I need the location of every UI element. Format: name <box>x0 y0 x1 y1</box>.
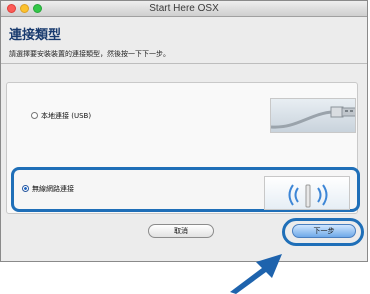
page-heading: 連接類型 <box>9 28 62 43</box>
wireless-signal-icon <box>288 184 328 208</box>
usb-cable-icon <box>271 106 355 129</box>
option-usb-connection[interactable]: 本地連接 (USB) <box>18 98 363 136</box>
wireless-image <box>264 176 350 210</box>
instruction-text: 請選擇要安裝裝置的連接類型，然後按一下下一步。 <box>9 50 170 58</box>
wireless-option-label: 無線網路連接 <box>32 185 74 193</box>
option-wireless-connection[interactable]: 無線網路連接 <box>11 167 360 212</box>
header-divider <box>1 63 367 64</box>
usb-option-label: 本地連接 (USB) <box>41 112 92 120</box>
usb-cable-image <box>270 98 356 133</box>
wireless-radio-button[interactable] <box>22 185 29 192</box>
usb-radio-button[interactable] <box>31 112 38 119</box>
cancel-button[interactable]: 取消 <box>148 224 214 238</box>
next-button[interactable]: 下一步 <box>292 224 356 238</box>
window-title: Start Here OSX <box>149 3 219 14</box>
title-bar: Start Here OSX <box>1 1 367 17</box>
pointer-arrow-icon <box>230 254 282 294</box>
